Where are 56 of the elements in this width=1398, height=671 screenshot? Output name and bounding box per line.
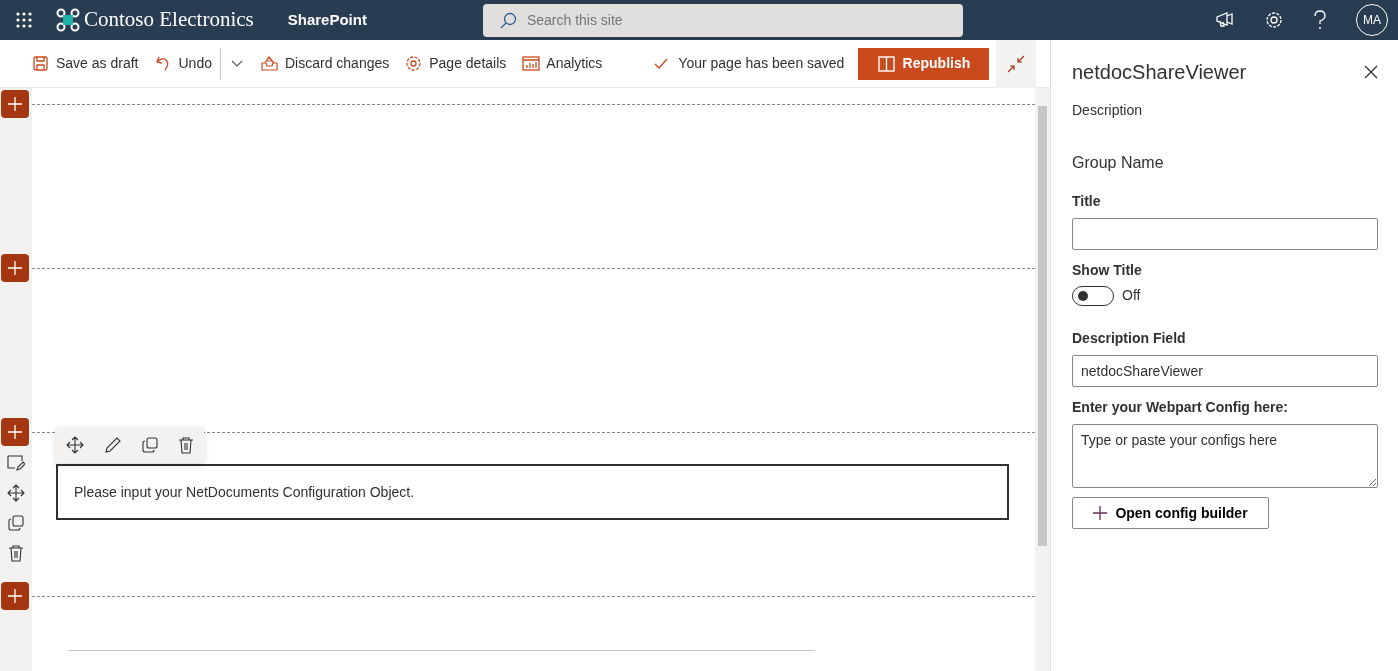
panel-description: Description	[1072, 101, 1144, 121]
close-button[interactable]	[1364, 65, 1378, 80]
trash-icon[interactable]	[8, 544, 24, 563]
plus-icon	[8, 425, 22, 440]
site-title[interactable]: Contoso Electronics	[84, 4, 254, 36]
collapse-icon	[1007, 54, 1026, 73]
help-icon[interactable]	[1313, 10, 1327, 31]
checkmark-icon	[654, 58, 669, 70]
field-label: Description Field	[1072, 329, 1187, 349]
copy-icon[interactable]	[142, 437, 158, 454]
scrollbar-thumb[interactable]	[1038, 106, 1047, 547]
republish-button[interactable]: Republish	[858, 47, 990, 80]
edit-section-icon[interactable]	[7, 455, 25, 472]
search-field[interactable]: Search this site	[482, 3, 963, 37]
save-status: Your page has been saved	[654, 53, 845, 75]
add-section-button[interactable]	[1, 254, 29, 283]
plus-icon	[8, 261, 22, 276]
move-icon[interactable]	[7, 484, 25, 503]
add-section-button[interactable]	[1, 582, 29, 611]
undo-button[interactable]: Undo	[146, 47, 220, 80]
toggle-switch[interactable]	[1072, 285, 1114, 306]
save-as-draft-button[interactable]: Save as draft	[24, 47, 147, 80]
add-section-button[interactable]	[1, 418, 29, 447]
pencil-icon[interactable]	[104, 436, 122, 455]
config-field[interactable]: Type or paste your configs here	[1072, 424, 1378, 489]
move-icon[interactable]	[66, 436, 84, 455]
trash-icon[interactable]	[178, 436, 194, 455]
settings-icon[interactable]	[1264, 10, 1284, 31]
text-field[interactable]	[1072, 218, 1378, 251]
field-label: Title	[1072, 192, 1102, 212]
collapse-button[interactable]	[996, 39, 1037, 88]
panel-title: netdocShareViewer	[1072, 60, 1247, 85]
analytics-button[interactable]: Analytics	[514, 47, 611, 80]
plus-icon	[8, 589, 22, 604]
inbox-icon	[260, 55, 279, 73]
app-name[interactable]: SharePoint	[287, 8, 367, 32]
webpart-message: Please input your NetDocuments Configuration Object.	[56, 464, 1009, 521]
caret-icon	[230, 59, 243, 68]
page-details-button[interactable]: Page details	[397, 47, 515, 80]
plus-icon	[1093, 506, 1108, 521]
logo-icon	[56, 8, 80, 33]
open-config-builder-button[interactable]: Open config builder	[1072, 497, 1269, 530]
copy-icon[interactable]	[8, 515, 24, 532]
toggle-state: Off	[1122, 286, 1141, 306]
field-label: Enter your Webpart Config here:	[1072, 398, 1289, 418]
add-section-button[interactable]	[1, 90, 29, 119]
app-launcher-icon[interactable]	[16, 12, 32, 29]
group-name: Group Name	[1072, 153, 1165, 174]
bar-chart-icon	[522, 55, 541, 73]
field-label: Show Title	[1072, 261, 1143, 281]
text-field[interactable]: netdocShareViewer	[1072, 355, 1378, 388]
discard-changes-button[interactable]: Discard changes	[252, 47, 398, 80]
plus-icon	[8, 97, 22, 112]
close-icon	[1364, 65, 1378, 80]
book-icon	[877, 55, 895, 72]
gear-icon	[405, 55, 424, 73]
